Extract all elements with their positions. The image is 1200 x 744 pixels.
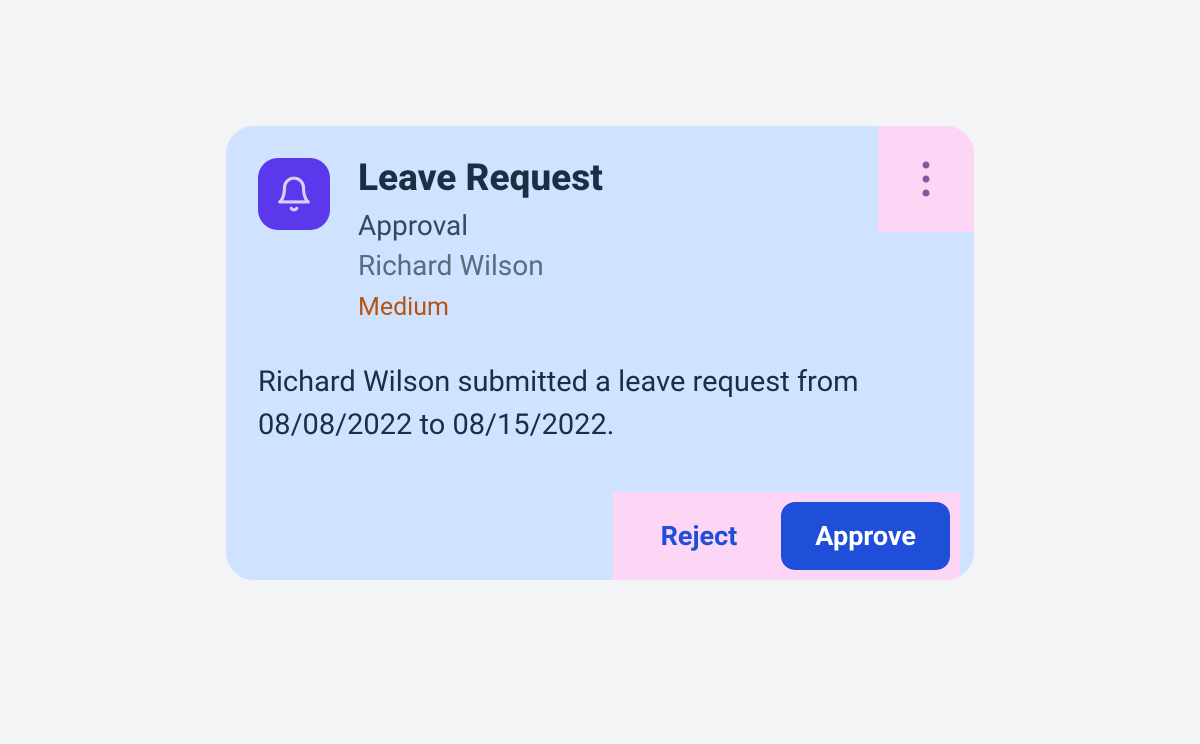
more-options-button[interactable] <box>878 126 974 232</box>
card-author: Richard Wilson <box>358 246 603 285</box>
card-subtitle: Approval <box>358 207 603 245</box>
notification-card: Leave Request Approval Richard Wilson Me… <box>226 126 974 580</box>
bell-icon <box>275 175 313 213</box>
notification-icon-box <box>258 158 330 230</box>
card-priority: Medium <box>358 290 603 325</box>
approve-button[interactable]: Approve <box>781 502 950 570</box>
header-text-group: Leave Request Approval Richard Wilson Me… <box>358 158 603 325</box>
card-actions: Reject Approve <box>613 492 960 580</box>
card-title: Leave Request <box>358 158 603 201</box>
card-header: Leave Request Approval Richard Wilson Me… <box>258 158 942 325</box>
more-vertical-icon <box>922 161 930 197</box>
reject-button[interactable]: Reject <box>631 502 768 570</box>
card-body: Richard Wilson submitted a leave request… <box>258 361 942 448</box>
